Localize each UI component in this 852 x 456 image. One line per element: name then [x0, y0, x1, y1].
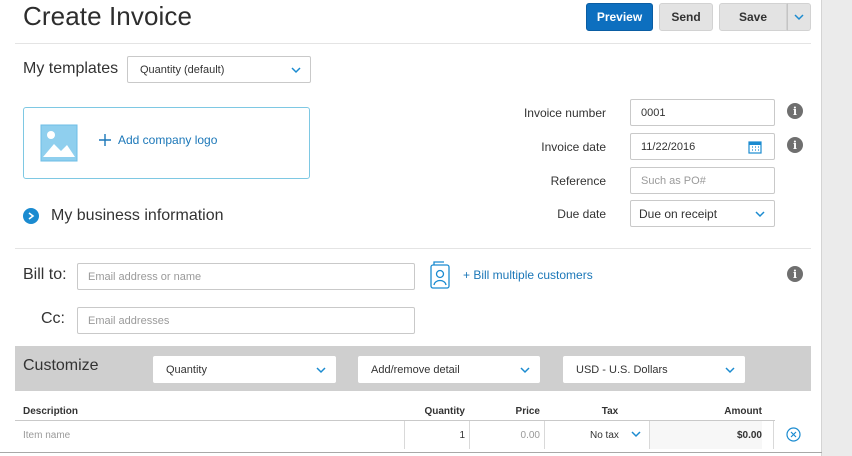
- add-remove-detail-select[interactable]: Add/remove detail: [358, 356, 540, 383]
- due-date-label: Due date: [557, 207, 606, 221]
- column-header-description: Description: [23, 406, 79, 417]
- divider: [15, 248, 811, 249]
- chevron-down-icon: [316, 367, 326, 374]
- cell-divider: [773, 421, 774, 449]
- due-date-value: Due on receipt: [639, 206, 718, 221]
- due-date-select[interactable]: Due on receipt: [630, 200, 775, 227]
- invoice-number-label: Invoice number: [523, 106, 606, 120]
- invoice-date-value: 11/22/2016: [641, 140, 696, 153]
- column-header-amount: Amount: [724, 406, 762, 417]
- currency-select[interactable]: USD - U.S. Dollars: [563, 356, 745, 383]
- add-company-logo-link[interactable]: Add company logo: [98, 133, 217, 147]
- business-info-toggle[interactable]: My business information: [23, 207, 224, 225]
- add-remove-detail-value: Add/remove detail: [371, 363, 460, 376]
- info-icon[interactable]: i: [787, 137, 803, 153]
- add-company-logo-label: Add company logo: [118, 133, 218, 147]
- cc-label: Cc:: [41, 310, 65, 327]
- currency-value: USD - U.S. Dollars: [576, 363, 668, 376]
- column-header-quantity: Quantity: [424, 406, 465, 417]
- save-button[interactable]: Save: [719, 3, 787, 31]
- divider: [15, 43, 811, 44]
- chevron-right-icon: [23, 208, 39, 224]
- cell-divider: [544, 421, 545, 449]
- bottom-edge: [0, 452, 822, 453]
- chevron-down-icon: [755, 211, 765, 218]
- invoice-date-label: Invoice date: [541, 140, 606, 154]
- save-options-button[interactable]: [787, 3, 811, 31]
- quantity-input[interactable]: 1: [405, 421, 465, 449]
- reference-label: Reference: [550, 174, 606, 188]
- tax-select-value[interactable]: No tax: [590, 421, 626, 449]
- template-select[interactable]: Quantity (default): [127, 56, 311, 83]
- quantity-type-value: Quantity: [166, 363, 207, 376]
- contact-card-icon[interactable]: [430, 261, 452, 289]
- info-icon[interactable]: i: [787, 266, 803, 282]
- chevron-down-icon[interactable]: [630, 428, 642, 440]
- bill-to-label: Bill to:: [23, 266, 67, 283]
- image-placeholder-icon: [40, 124, 78, 162]
- invoice-date-field[interactable]: 11/22/2016: [630, 133, 775, 160]
- bill-to-input[interactable]: Email address or name: [77, 263, 415, 290]
- calendar-icon[interactable]: [748, 140, 762, 154]
- business-info-label: My business information: [51, 207, 224, 224]
- price-input[interactable]: 0.00: [470, 421, 540, 449]
- cc-input[interactable]: Email addresses: [77, 307, 415, 334]
- item-name-input[interactable]: Item name: [23, 421, 403, 449]
- preview-button[interactable]: Preview: [586, 3, 653, 31]
- quantity-type-select[interactable]: Quantity: [153, 356, 336, 383]
- chevron-down-icon: [794, 14, 804, 21]
- amount-value: $0.00: [650, 421, 762, 449]
- remove-row-icon[interactable]: [786, 427, 801, 442]
- reference-field[interactable]: Such as PO#: [630, 167, 775, 194]
- bill-multiple-customers-link[interactable]: + Bill multiple customers: [463, 268, 593, 282]
- column-header-price: Price: [515, 406, 540, 417]
- info-icon[interactable]: i: [787, 103, 803, 119]
- template-select-value: Quantity (default): [140, 63, 225, 76]
- customize-label: Customize: [23, 357, 99, 374]
- chevron-down-icon: [520, 367, 530, 374]
- page-title: Create Invoice: [23, 1, 193, 31]
- invoice-number-field[interactable]: 0001: [630, 99, 775, 126]
- templates-label: My templates: [23, 60, 119, 77]
- column-header-tax: Tax: [601, 406, 619, 417]
- send-button[interactable]: Send: [659, 3, 713, 31]
- plus-icon: [99, 134, 111, 146]
- chevron-down-icon: [725, 367, 735, 374]
- chevron-down-icon: [291, 67, 301, 74]
- invoice-page: Create Invoice Preview Send Save My temp…: [0, 0, 822, 456]
